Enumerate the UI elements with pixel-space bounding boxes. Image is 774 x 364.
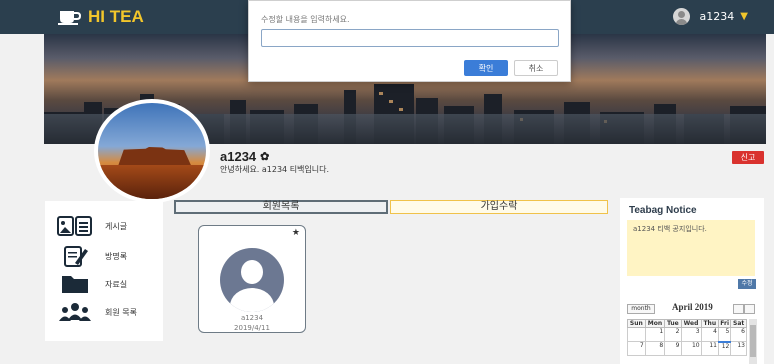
- user-avatar-icon: [672, 8, 690, 25]
- notice-edit-button[interactable]: 수정: [738, 279, 756, 289]
- notice-panel: Teabag Notice a1234 티백 공지입니다. 수정 month A…: [620, 198, 764, 364]
- weekday-header: Mon: [644, 319, 666, 328]
- weekday-header: Wed: [680, 319, 702, 328]
- member-name: a1234: [240, 314, 264, 322]
- tab-approval[interactable]: 가입수락: [390, 200, 608, 214]
- calendar-day[interactable]: 6: [730, 327, 747, 342]
- members-icon: [57, 301, 93, 323]
- logo-text: HI TEA: [88, 7, 144, 26]
- weekday-header: Tue: [664, 319, 682, 328]
- menu-item-guestbook[interactable]: 방명록: [57, 245, 127, 267]
- weekday-header: Thu: [700, 319, 719, 328]
- edit-prompt-dialog: 수정할 내용을 입력하세요. 확인 취소: [248, 0, 571, 82]
- menu-item-label: 게시글: [105, 221, 128, 231]
- tab-members[interactable]: 회원목록: [174, 200, 388, 214]
- menu-item-label: 회원 목록: [105, 307, 137, 317]
- calendar-day-today[interactable]: 5: [717, 327, 732, 343]
- calendar-day[interactable]: 12: [717, 341, 732, 356]
- guestbook-icon: [57, 245, 93, 267]
- calendar-day[interactable]: 10: [680, 341, 702, 356]
- calendar-day[interactable]: [627, 327, 646, 342]
- cancel-button[interactable]: 취소: [514, 60, 558, 76]
- folder-icon: [57, 273, 93, 295]
- weekday-header: Sat: [730, 319, 747, 328]
- report-button[interactable]: 신고: [732, 151, 764, 164]
- star-icon[interactable]: ★: [292, 228, 300, 238]
- profile-name: a1234 ✿: [220, 149, 269, 164]
- calendar-day[interactable]: 9: [664, 341, 682, 356]
- notice-title: Teabag Notice: [629, 205, 697, 216]
- post-icon: [57, 215, 93, 237]
- site-logo[interactable]: HI TEA: [58, 7, 144, 27]
- user-name: a1234: [699, 10, 735, 23]
- calendar-prev-button[interactable]: [733, 304, 744, 314]
- calendar-day[interactable]: 2: [664, 327, 682, 342]
- calendar-day[interactable]: 13: [730, 341, 747, 356]
- member-card[interactable]: ★ a1234 2019/4/11: [198, 225, 306, 333]
- menu-item-members[interactable]: 회원 목록: [57, 301, 137, 323]
- dialog-text-input[interactable]: [261, 29, 559, 47]
- calendar-month-button[interactable]: month: [627, 304, 655, 314]
- profile-greeting: 안녕하세요. a1234 티백입니다.: [220, 165, 330, 174]
- side-menu: 게시글 방명록 자료실 회원 목록: [45, 201, 163, 341]
- profile-photo: [94, 99, 210, 203]
- calendar-day[interactable]: 3: [680, 327, 702, 342]
- user-menu[interactable]: a1234 ▼: [672, 8, 748, 25]
- calendar-grid: Sun Mon Tue Wed Thu Fri Sat 1 2 3 4 5 6 …: [627, 319, 747, 356]
- chevron-down-icon: ▼: [740, 11, 748, 22]
- menu-item-label: 방명록: [105, 251, 128, 261]
- weekday-header: Fri: [717, 319, 732, 328]
- confirm-button[interactable]: 확인: [464, 60, 508, 76]
- calendar-scrollbar[interactable]: [749, 319, 757, 364]
- menu-item-archive[interactable]: 자료실: [57, 273, 127, 295]
- teacup-icon: [58, 11, 82, 25]
- gear-icon[interactable]: ✿: [260, 150, 269, 163]
- calendar-day[interactable]: 1: [644, 327, 666, 342]
- calendar-day[interactable]: 7: [627, 341, 646, 356]
- calendar-day[interactable]: 8: [644, 341, 666, 356]
- calendar-day[interactable]: 11: [700, 341, 719, 356]
- calendar-day[interactable]: 4: [700, 327, 719, 342]
- calendar-title: April 2019: [672, 302, 713, 312]
- notice-body: a1234 티백 공지입니다.: [627, 220, 755, 276]
- calendar-next-button[interactable]: [744, 304, 755, 314]
- member-join-date: 2019/4/11: [234, 324, 270, 332]
- dialog-message: 수정할 내용을 입력하세요.: [261, 15, 350, 24]
- member-avatar-icon: [220, 248, 284, 312]
- menu-item-posts[interactable]: 게시글: [57, 215, 127, 237]
- menu-item-label: 자료실: [105, 279, 128, 289]
- profile-name-text: a1234: [220, 149, 257, 164]
- weekday-header: Sun: [627, 319, 646, 328]
